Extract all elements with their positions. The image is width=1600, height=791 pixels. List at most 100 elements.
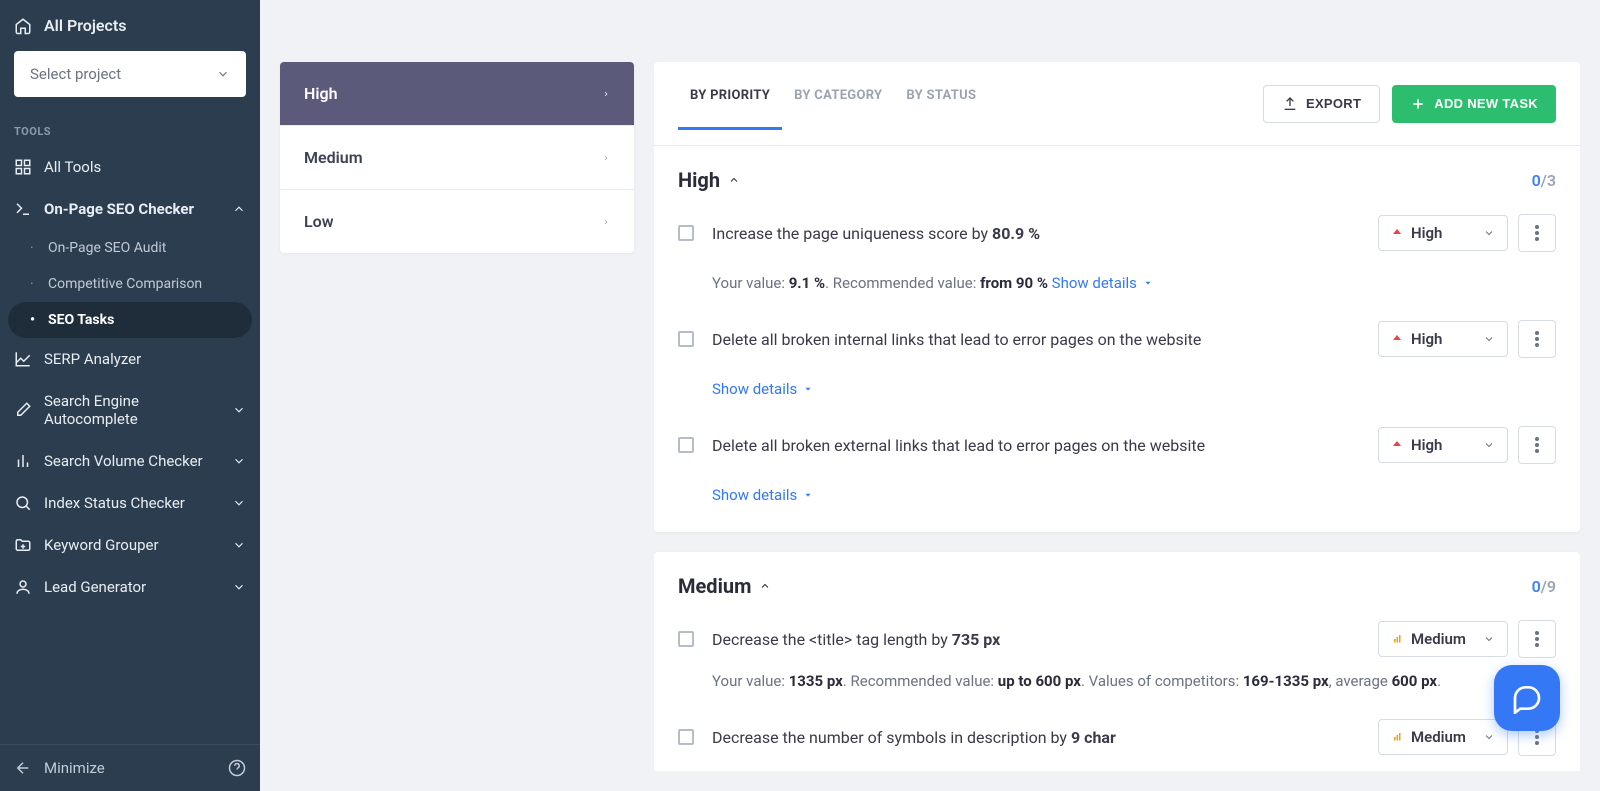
sidebar: All Projects Select project TOOLS All To… — [0, 0, 260, 791]
sidebar-item-serp-analyzer[interactable]: SERP Analyzer — [0, 338, 260, 380]
priority-label: High — [1411, 224, 1442, 242]
priority-medium-icon — [1391, 633, 1403, 645]
task-menu-button[interactable] — [1518, 426, 1556, 464]
chevron-down-icon — [232, 403, 246, 417]
task-label: Delete all broken internal links that le… — [712, 330, 1360, 349]
tab-by-category[interactable]: BY CATEGORY — [782, 78, 894, 129]
home-icon — [14, 17, 32, 35]
priority-label: Medium — [1411, 630, 1466, 648]
task-menu-button[interactable] — [1518, 214, 1556, 252]
chevron-down-icon — [232, 454, 246, 468]
show-details-link[interactable]: Show details — [712, 486, 813, 504]
priority-nav: High Medium Low — [280, 62, 634, 253]
sidebar-subitem-seo-tasks[interactable]: SEO Tasks — [8, 302, 252, 338]
priority-high-icon — [1391, 439, 1403, 451]
priority-select[interactable]: Medium — [1378, 719, 1508, 755]
kebab-icon — [1535, 331, 1539, 347]
task-sub: Your value: 1335 px. Recommended value: … — [678, 672, 1556, 690]
kebab-icon — [1535, 631, 1539, 647]
priority-nav-label: High — [304, 84, 338, 103]
task-label: Delete all broken external links that le… — [712, 436, 1360, 455]
tabs: BY PRIORITY BY CATEGORY BY STATUS — [678, 78, 988, 129]
task-checkbox[interactable] — [678, 631, 694, 647]
section-high-title[interactable]: High — [678, 168, 740, 192]
sidebar-spacer — [0, 608, 260, 744]
minimize-button[interactable]: Minimize — [14, 759, 105, 777]
priority-nav-label: Low — [304, 212, 334, 231]
priority-label: Medium — [1411, 728, 1466, 746]
sidebar-item-index-status-checker[interactable]: Index Status Checker — [0, 482, 260, 524]
show-details-link[interactable]: Show details — [1052, 274, 1153, 292]
user-icon — [14, 578, 32, 596]
chevron-down-icon — [1483, 439, 1495, 451]
content: BY PRIORITY BY CATEGORY BY STATUS EXPORT… — [654, 62, 1580, 771]
all-projects-link[interactable]: All Projects — [14, 16, 246, 35]
sidebar-item-lead-generator[interactable]: Lead Generator — [0, 566, 260, 608]
search-icon — [14, 494, 32, 512]
sidebar-item-search-engine-autocomplete[interactable]: Search Engine Autocomplete — [0, 380, 260, 440]
chevron-up-icon — [728, 174, 740, 186]
task-actions: High — [1378, 320, 1556, 358]
help-icon[interactable] — [228, 759, 246, 777]
priority-select[interactable]: Medium — [1378, 621, 1508, 657]
priority-select[interactable]: High — [1378, 215, 1508, 251]
section-high-count: 0/3 — [1532, 171, 1556, 190]
task-main: Delete all broken external links that le… — [678, 426, 1556, 464]
sidebar-item-onpage-seo-checker[interactable]: On-Page SEO Checker — [0, 188, 260, 230]
sidebar-item-label: SERP Analyzer — [44, 350, 141, 368]
task-sub: Your value: 9.1 %. Recommended value: fr… — [678, 266, 1556, 292]
task-label: Decrease the <title> tag length by 735 p… — [712, 630, 1360, 649]
count-total: /9 — [1541, 577, 1556, 596]
chevron-right-icon — [602, 87, 610, 101]
priority-nav-medium[interactable]: Medium — [280, 126, 634, 190]
chevron-down-icon — [1483, 731, 1495, 743]
all-projects-label: All Projects — [44, 16, 126, 35]
folder-plus-icon — [14, 536, 32, 554]
sidebar-item-label: Search Volume Checker — [44, 452, 203, 470]
sidebar-subitem-onpage-seo-audit[interactable]: On-Page SEO Audit — [0, 230, 260, 266]
export-label: EXPORT — [1306, 96, 1361, 111]
show-details-link[interactable]: Show details — [712, 380, 813, 398]
kebab-icon — [1535, 225, 1539, 241]
priority-select[interactable]: High — [1378, 321, 1508, 357]
add-task-button[interactable]: ADD NEW TASK — [1392, 85, 1556, 123]
task-main: Decrease the <title> tag length by 735 p… — [678, 620, 1556, 658]
task-checkbox[interactable] — [678, 437, 694, 453]
task-checkbox[interactable] — [678, 225, 694, 241]
caret-down-icon — [803, 384, 813, 394]
panel-header: BY PRIORITY BY CATEGORY BY STATUS EXPORT… — [654, 62, 1580, 146]
tab-by-status[interactable]: BY STATUS — [894, 78, 988, 129]
tab-by-priority[interactable]: BY PRIORITY — [678, 78, 782, 129]
kebab-icon — [1535, 729, 1539, 745]
code-icon — [14, 200, 32, 218]
bars-icon — [14, 452, 32, 470]
count-done: 0 — [1532, 171, 1541, 190]
chevron-down-icon — [232, 538, 246, 552]
task-checkbox[interactable] — [678, 729, 694, 745]
chat-widget-button[interactable] — [1494, 665, 1560, 731]
grid-icon — [14, 158, 32, 176]
task-label: Increase the page uniqueness score by 80… — [712, 224, 1360, 243]
export-button[interactable]: EXPORT — [1263, 85, 1380, 123]
task-row: Decrease the <title> tag length by 735 p… — [654, 620, 1580, 718]
priority-select[interactable]: High — [1378, 427, 1508, 463]
section-medium-title[interactable]: Medium — [678, 574, 771, 598]
sidebar-item-search-volume-checker[interactable]: Search Volume Checker — [0, 440, 260, 482]
main: High Medium Low BY PRIORITY BY CATEGORY … — [260, 0, 1600, 791]
sidebar-subitem-competitive-comparison[interactable]: Competitive Comparison — [0, 266, 260, 302]
priority-nav-high[interactable]: High — [280, 62, 634, 126]
sidebar-item-keyword-grouper[interactable]: Keyword Grouper — [0, 524, 260, 566]
task-menu-button[interactable] — [1518, 620, 1556, 658]
task-row: Delete all broken external links that le… — [654, 426, 1580, 532]
task-label: Decrease the number of symbols in descri… — [712, 728, 1360, 747]
sidebar-item-all-tools[interactable]: All Tools — [0, 146, 260, 188]
task-checkbox[interactable] — [678, 331, 694, 347]
priority-nav-low[interactable]: Low — [280, 190, 634, 253]
select-project-dropdown[interactable]: Select project — [14, 51, 246, 97]
header-actions: EXPORT ADD NEW TASK — [1263, 85, 1556, 123]
task-menu-button[interactable] — [1518, 320, 1556, 358]
chevron-right-icon — [602, 215, 610, 229]
chevron-down-icon — [1483, 227, 1495, 239]
sidebar-footer: Minimize — [0, 744, 260, 791]
select-project-placeholder: Select project — [30, 65, 121, 83]
